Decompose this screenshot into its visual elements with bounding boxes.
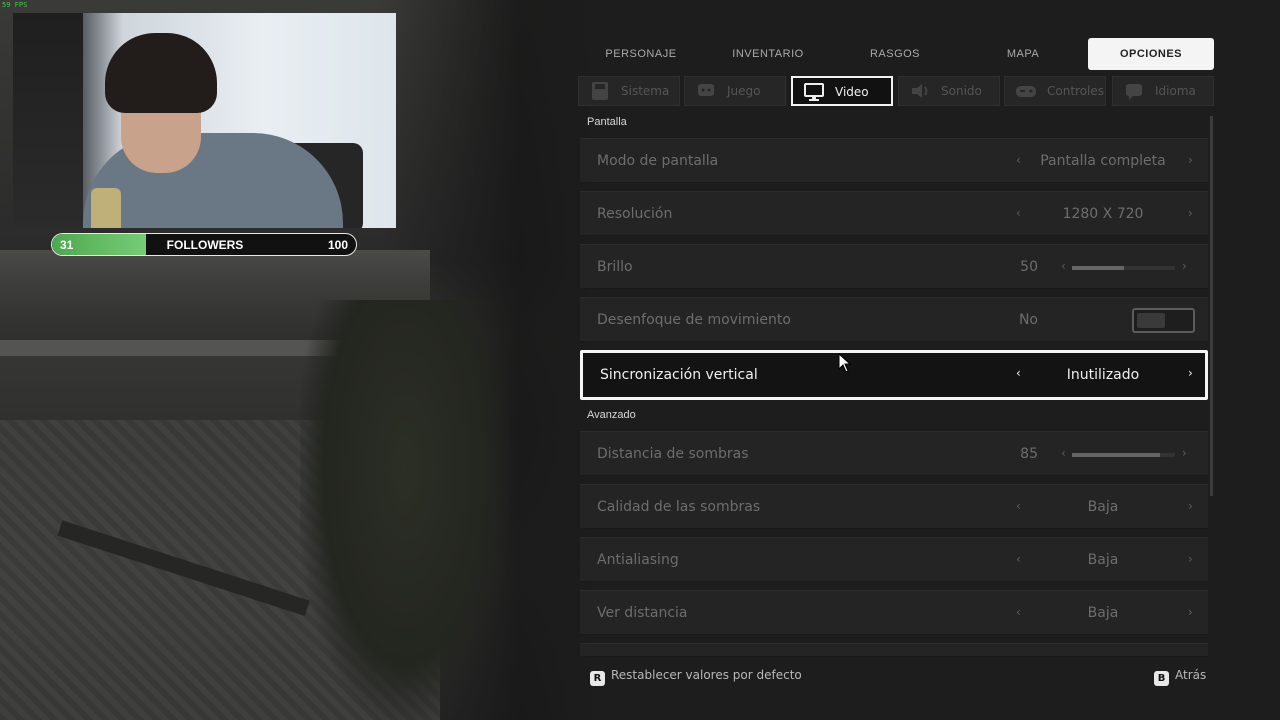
webcam-microphone [91,188,121,228]
reset-defaults-button[interactable]: R Restablecer valores por defecto [590,668,802,686]
followers-label: FOLLOWERS [166,238,244,252]
setting-shadow-distance[interactable]: Distancia de sombras 85 ‹ › [580,431,1208,476]
chevron-right-icon[interactable]: › [1188,153,1193,167]
language-icon [1126,84,1142,100]
chevron-left-icon[interactable]: ‹ [1016,552,1021,566]
chevron-left-icon[interactable]: ‹ [1016,206,1021,220]
chevron-right-icon[interactable]: › [1188,552,1193,566]
setting-value: Pantalla completa [1040,153,1166,169]
setting-label: Modo de pantalla [597,153,719,169]
motion-blur-toggle[interactable] [1132,308,1195,333]
tab-opciones[interactable]: OPCIONES [1088,38,1214,70]
brightness-slider-fill [1072,266,1124,270]
followers-goal: 100 [327,238,348,252]
shadow-distance-slider-fill [1072,453,1160,457]
settings-scrollbar[interactable] [1210,116,1213,496]
section-heading-advanced: Avanzado [587,409,636,421]
fps-counter: 59 FPS [2,1,28,9]
main-tabs: PERSONAJE INVENTARIO RASGOS MAPA OPCIONE… [578,38,1214,70]
r-key-icon: R [590,671,605,686]
chevron-right-icon[interactable]: › [1188,499,1193,513]
b-key-icon: B [1154,671,1169,686]
subtab-idioma[interactable]: Idioma [1112,76,1214,106]
chat-icon [698,84,714,96]
gamepad-icon [1016,86,1036,97]
webcam-shelf [13,13,83,228]
setting-label: Distancia de sombras [597,446,749,462]
setting-label: Ver distancia [597,605,688,621]
subtab-juego[interactable]: Juego [684,76,786,106]
subtab-label: Video [835,85,869,99]
setting-label: Resolución [597,206,673,222]
subtab-label: Sonido [941,84,982,98]
chevron-right-icon[interactable]: › [1188,605,1193,619]
setting-antialiasing[interactable]: Antialiasing ‹ Baja › [580,537,1208,582]
webcam-overlay [13,13,396,228]
chevron-right-icon[interactable]: › [1188,206,1193,220]
player-character [300,300,510,720]
chevron-left-icon[interactable]: ‹ [1016,499,1021,513]
back-label: Atrás [1175,668,1207,682]
back-button[interactable]: B Atrás [1154,668,1206,686]
options-menu: PERSONAJE INVENTARIO RASGOS MAPA OPCIONE… [578,38,1218,720]
tab-inventario[interactable]: INVENTARIO [705,38,831,70]
monitor-icon [804,83,824,101]
setting-label: Antialiasing [597,552,679,568]
setting-view-distance[interactable]: Ver distancia ‹ Baja › [580,590,1208,635]
brightness-slider[interactable] [1072,266,1175,270]
subtab-label: Idioma [1155,84,1196,98]
subtab-label: Sistema [621,84,670,98]
chevron-left-icon[interactable]: ‹ [1016,153,1021,167]
setting-label: Sincronización vertical [600,367,758,383]
setting-value: Baja [1087,552,1119,568]
setting-motion-blur[interactable]: Desenfoque de movimiento No [580,297,1208,342]
subtab-label: Juego [727,84,761,98]
setting-screen-mode[interactable]: Modo de pantalla ‹ Pantalla completa › [580,138,1208,183]
subtab-sonido[interactable]: Sonido [898,76,1000,106]
setting-vsync[interactable]: Sincronización vertical ‹ Inutilizado › [580,350,1208,400]
tab-mapa[interactable]: MAPA [960,38,1086,70]
chevron-left-icon[interactable]: ‹ [1016,366,1021,380]
tab-rasgos[interactable]: RASGOS [832,38,958,70]
section-heading-display: Pantalla [587,116,627,128]
setting-row-partial [580,643,1208,657]
setting-label: Calidad de las sombras [597,499,761,515]
setting-label: Brillo [597,259,633,275]
tab-personaje[interactable]: PERSONAJE [578,38,704,70]
setting-resolution[interactable]: Resolución ‹ 1280 X 720 › [580,191,1208,236]
setting-brightness[interactable]: Brillo 50 ‹ › [580,244,1208,289]
setting-value: No [1018,312,1038,328]
subtab-video[interactable]: Video [791,76,893,106]
chevron-left-icon[interactable]: ‹ [1016,605,1021,619]
chevron-right-icon[interactable]: › [1182,446,1187,460]
setting-value: Baja [1087,605,1119,621]
subtab-sistema[interactable]: Sistema [578,76,680,106]
subtab-controles[interactable]: Controles [1004,76,1106,106]
setting-value: 1280 X 720 [1062,206,1144,222]
chevron-left-icon[interactable]: ‹ [1061,446,1066,460]
toggle-knob [1137,313,1165,328]
chevron-right-icon[interactable]: › [1182,259,1187,273]
chevron-left-icon[interactable]: ‹ [1061,259,1066,273]
setting-value: Baja [1087,499,1119,515]
followers-goal-bar: 31 FOLLOWERS 100 [51,233,357,256]
save-icon [592,82,608,100]
shadow-distance-slider[interactable] [1072,453,1175,457]
reset-defaults-label: Restablecer valores por defecto [611,668,802,682]
mouse-cursor-icon [838,353,852,373]
setting-value: 50 [1020,259,1038,275]
speaker-icon [912,84,928,98]
setting-value: 85 [1020,446,1038,462]
setting-shadow-quality[interactable]: Calidad de las sombras ‹ Baja › [580,484,1208,529]
subtab-label: Controles [1047,84,1105,98]
setting-value: Inutilizado [1066,367,1140,383]
sub-tabs: Sistema Juego Video Sonido Controles Idi… [578,76,1214,106]
webcam-person-hair [105,33,217,113]
chevron-right-icon[interactable]: › [1188,366,1193,380]
setting-label: Desenfoque de movimiento [597,312,791,328]
